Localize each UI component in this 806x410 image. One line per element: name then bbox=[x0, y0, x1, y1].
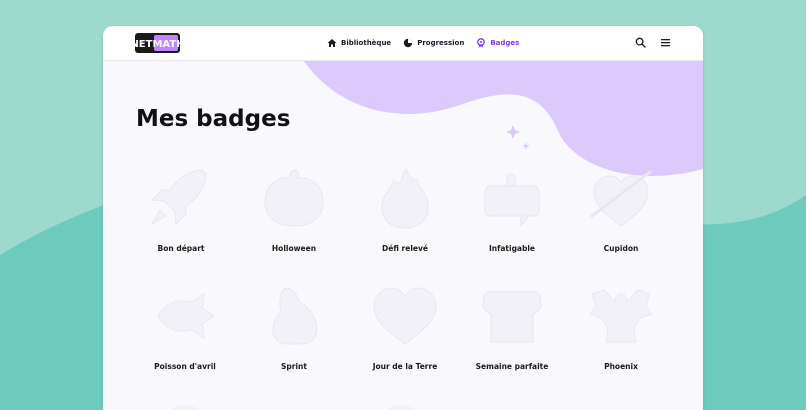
home-icon bbox=[327, 39, 337, 47]
badge-bon-depart[interactable]: Bon départ bbox=[131, 166, 231, 253]
badge-sprint[interactable]: Sprint bbox=[244, 284, 344, 371]
heart-arrow-icon bbox=[590, 170, 652, 227]
nav-item-badges[interactable]: Badges bbox=[476, 38, 519, 48]
pie-chart-icon bbox=[403, 38, 413, 48]
fish-icon bbox=[157, 292, 215, 340]
badge-icon bbox=[477, 38, 486, 48]
nav-item-bibliotheque[interactable]: Bibliothèque bbox=[327, 38, 391, 48]
nav-label: Progression bbox=[417, 39, 465, 47]
badge-label: Infatigable bbox=[488, 244, 536, 253]
pumpkin-icon bbox=[264, 169, 324, 227]
phoenix-icon bbox=[589, 289, 653, 343]
top-nav-bar: NETMATH Bibliothèque Progression Badges bbox=[103, 26, 703, 61]
badge-semaine-parfaite[interactable]: Semaine parfaite bbox=[462, 284, 562, 371]
svg-text:NETMATH: NETMATH bbox=[135, 39, 180, 50]
flame-icon bbox=[381, 168, 429, 229]
app-window: NETMATH Bibliothèque Progression Badges … bbox=[103, 26, 703, 410]
rocket-icon bbox=[150, 169, 207, 226]
badge-label: Cupidon bbox=[603, 244, 639, 253]
running-shoe-icon bbox=[272, 287, 318, 345]
nav-item-progression[interactable]: Progression bbox=[403, 38, 464, 48]
badge-phoenix[interactable]: Phoenix bbox=[571, 284, 671, 371]
heart-icon bbox=[373, 287, 437, 345]
badge-label: Poisson d'avril bbox=[154, 362, 216, 371]
badge-label: Phoenix bbox=[604, 362, 638, 371]
nav-label: Bibliothèque bbox=[341, 39, 392, 47]
badge-label: Sprint bbox=[281, 362, 307, 371]
badge-infatigable[interactable]: Infatigable bbox=[462, 166, 562, 253]
badge-poisson-davril[interactable]: Poisson d'avril bbox=[135, 284, 235, 371]
bread-icon bbox=[482, 291, 542, 343]
badge-holloween[interactable]: Holloween bbox=[244, 166, 344, 253]
top-icons bbox=[635, 37, 671, 48]
badge-jour-de-la-terre[interactable]: Jour de la Terre bbox=[355, 284, 455, 371]
search-icon[interactable] bbox=[635, 37, 646, 48]
badge-label: Bon départ bbox=[157, 244, 205, 253]
menu-icon[interactable] bbox=[660, 37, 671, 48]
badge-cupidon[interactable]: Cupidon bbox=[571, 166, 671, 253]
badge-peek-left bbox=[171, 405, 199, 410]
badge-peek-center bbox=[387, 405, 415, 410]
nav-label: Badges bbox=[490, 39, 520, 47]
netmath-logo[interactable]: NETMATH bbox=[135, 33, 180, 53]
badge-defi-releve[interactable]: Défi relevé bbox=[355, 166, 455, 253]
badge-label: Semaine parfaite bbox=[475, 362, 549, 371]
main-nav: Bibliothèque Progression Badges bbox=[327, 26, 519, 60]
badge-label: Défi relevé bbox=[382, 244, 428, 253]
thumbs-up-icon bbox=[484, 173, 540, 228]
page-title: Mes badges bbox=[136, 106, 291, 132]
badge-label: Holloween bbox=[271, 244, 317, 253]
badge-label: Jour de la Terre bbox=[372, 362, 438, 371]
